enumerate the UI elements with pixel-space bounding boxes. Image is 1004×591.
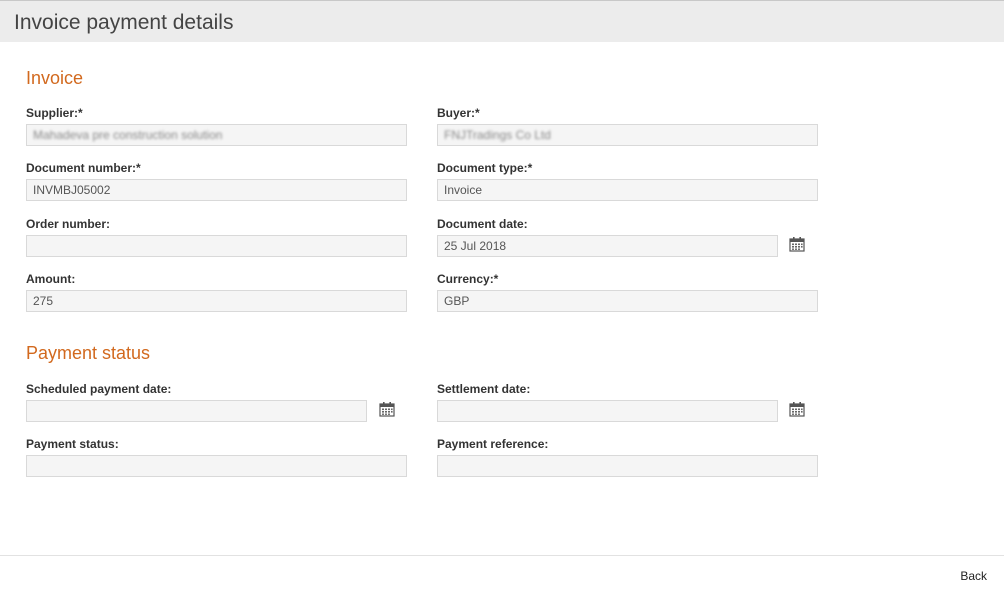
payment-status-input[interactable] — [26, 455, 407, 477]
payment-reference-input[interactable] — [437, 455, 818, 477]
amount-field: Amount: 275 — [26, 272, 407, 312]
buyer-field: Buyer:* FNJTradings Co Ltd — [437, 106, 818, 146]
settlement-date-input[interactable] — [437, 400, 778, 422]
buyer-input[interactable]: FNJTradings Co Ltd — [437, 124, 818, 146]
supplier-input[interactable]: Mahadeva pre construction solution — [26, 124, 407, 146]
document-date-calendar-icon[interactable] — [789, 236, 805, 252]
document-number-field: Document number:* INVMBJ05002 — [26, 161, 407, 201]
document-date-label: Document date: — [437, 217, 528, 231]
scheduled-payment-date-input[interactable] — [26, 400, 367, 422]
document-date-field: Document date: 25 Jul 2018 — [437, 217, 778, 257]
settlement-date-calendar-icon[interactable] — [789, 401, 805, 417]
buyer-label: Buyer:* — [437, 106, 480, 120]
page-footer: Back — [0, 555, 1004, 591]
document-type-label: Document type:* — [437, 161, 533, 175]
settlement-date-label: Settlement date: — [437, 382, 531, 396]
page-title: Invoice payment details — [14, 11, 234, 34]
order-number-label: Order number: — [26, 217, 111, 231]
document-date-input[interactable]: 25 Jul 2018 — [437, 235, 778, 257]
order-number-input[interactable] — [26, 235, 407, 257]
document-type-field: Document type:* Invoice — [437, 161, 818, 201]
supplier-value: Mahadeva pre construction solution — [33, 128, 223, 142]
supplier-field: Supplier:* Mahadeva pre construction sol… — [26, 106, 407, 146]
supplier-label: Supplier:* — [26, 106, 83, 120]
order-number-field: Order number: — [26, 217, 407, 257]
document-type-input[interactable]: Invoice — [437, 179, 818, 201]
scheduled-payment-date-calendar-icon[interactable] — [379, 401, 395, 417]
scheduled-payment-date-field: Scheduled payment date: — [26, 382, 367, 422]
payment-reference-field: Payment reference: — [437, 437, 818, 477]
payment-status-section-title: Payment status — [26, 343, 151, 363]
document-number-input[interactable]: INVMBJ05002 — [26, 179, 407, 201]
scheduled-payment-date-label: Scheduled payment date: — [26, 382, 172, 396]
amount-input[interactable]: 275 — [26, 290, 407, 312]
payment-status-field: Payment status: — [26, 437, 407, 477]
document-number-label: Document number:* — [26, 161, 141, 175]
amount-label: Amount: — [26, 272, 76, 286]
currency-input[interactable]: GBP — [437, 290, 818, 312]
payment-reference-label: Payment reference: — [437, 437, 549, 451]
invoice-section-title: Invoice — [26, 68, 84, 88]
payment-status-label: Payment status: — [26, 437, 119, 451]
page-header: Invoice payment details — [0, 0, 1004, 42]
currency-field: Currency:* GBP — [437, 272, 818, 312]
buyer-value: FNJTradings Co Ltd — [444, 128, 551, 142]
back-button[interactable]: Back — [960, 569, 987, 583]
currency-label: Currency:* — [437, 272, 499, 286]
settlement-date-field: Settlement date: — [437, 382, 778, 422]
